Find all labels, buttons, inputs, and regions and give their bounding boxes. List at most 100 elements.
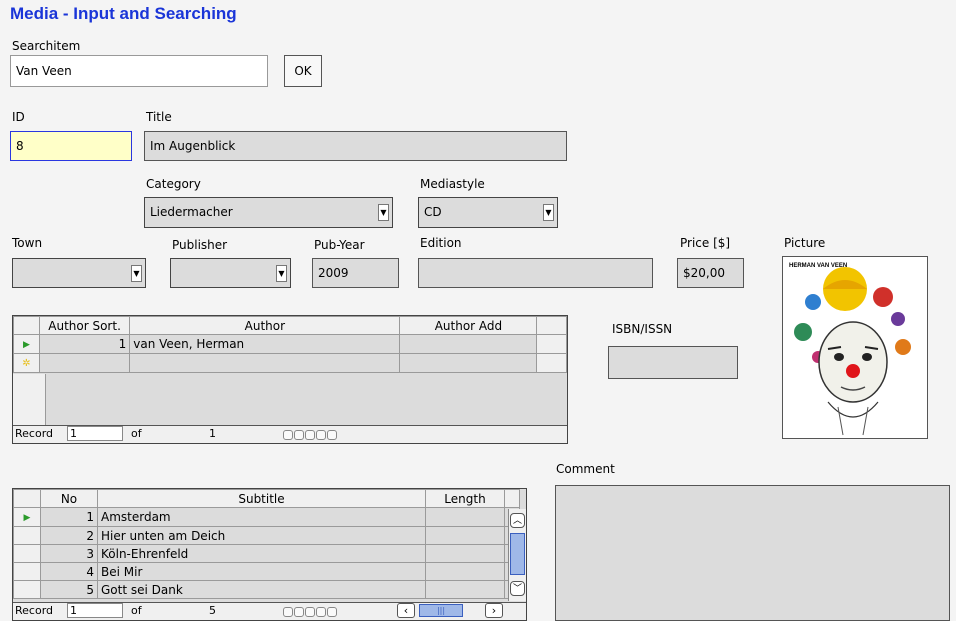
record-number-input[interactable]: 1: [67, 426, 123, 441]
record-label: Record: [15, 604, 54, 617]
subtitle-cell[interactable]: Amsterdam: [97, 507, 426, 527]
no-cell[interactable]: 5: [40, 580, 98, 599]
length-cell[interactable]: [425, 580, 505, 599]
col-author-sort[interactable]: Author Sort.: [38, 316, 131, 335]
record-number-input[interactable]: 1: [67, 603, 123, 618]
no-cell[interactable]: 3: [40, 544, 98, 563]
id-label: ID: [12, 110, 25, 124]
prev-record-icon[interactable]: [294, 430, 304, 440]
comment-label: Comment: [556, 462, 615, 476]
col-author-add[interactable]: Author Add: [399, 316, 538, 335]
price-label: Price [$]: [680, 236, 731, 250]
first-record-icon[interactable]: [283, 430, 293, 440]
edition-field[interactable]: [418, 258, 653, 288]
table-row[interactable]: ▶ 1 van Veen, Herman: [13, 334, 567, 354]
new-record-row[interactable]: ✲: [13, 353, 567, 373]
mediastyle-label: Mediastyle: [420, 177, 485, 191]
col-no[interactable]: No: [40, 489, 98, 508]
chevron-down-icon[interactable]: ▼: [543, 204, 554, 221]
star-icon[interactable]: ✲: [13, 353, 40, 373]
new-record-icon[interactable]: [327, 607, 337, 617]
chevron-down-icon[interactable]: ▼: [131, 265, 142, 282]
no-cell[interactable]: 4: [40, 562, 98, 581]
length-cell[interactable]: [425, 526, 505, 545]
searchitem-label: Searchitem: [12, 39, 81, 53]
author-grid[interactable]: Author Sort. Author Author Add ▶ 1 van V…: [12, 315, 568, 444]
current-record-icon[interactable]: ▶: [13, 334, 40, 354]
record-nav-buttons: [283, 428, 338, 441]
of-label: of: [131, 604, 142, 617]
chevron-down-icon[interactable]: ▼: [276, 265, 287, 282]
length-cell[interactable]: [425, 562, 505, 581]
next-record-icon[interactable]: [305, 430, 315, 440]
table-row[interactable]: 4 Bei Mir: [13, 562, 520, 581]
price-field[interactable]: $20,00: [677, 258, 744, 288]
subtitle-cell[interactable]: Bei Mir: [97, 562, 426, 581]
record-total: 1: [209, 427, 216, 440]
title-field[interactable]: Im Augenblick: [144, 131, 567, 161]
length-cell[interactable]: [425, 507, 505, 527]
edition-label: Edition: [420, 236, 462, 250]
col-author[interactable]: Author: [129, 316, 401, 335]
picture-label: Picture: [784, 236, 826, 250]
table-row[interactable]: ▶ 1 Amsterdam: [13, 507, 520, 527]
id-field[interactable]: 8: [10, 131, 132, 161]
chevron-down-icon[interactable]: ▼: [378, 204, 389, 221]
category-label: Category: [146, 177, 201, 191]
record-label: Record: [15, 427, 54, 440]
last-record-icon[interactable]: [316, 430, 326, 440]
isbn-label: ISBN/ISSN: [612, 322, 673, 336]
col-length[interactable]: Length: [425, 489, 505, 508]
album-title-text: HERMAN VAN VEEN: [789, 263, 848, 269]
chevron-right-icon[interactable]: ›: [485, 603, 503, 618]
search-input[interactable]: Van Veen: [10, 55, 268, 87]
town-label: Town: [12, 236, 43, 250]
horizontal-scrollbar[interactable]: ‹ ||| ›: [397, 603, 507, 619]
chevron-down-icon[interactable]: ﹀: [510, 581, 525, 596]
subtitle-grid[interactable]: No Subtitle Length ▶ 1 Amsterdam 2 Hier …: [12, 488, 527, 621]
album-cover-image: HERMAN VAN VEEN: [782, 256, 928, 439]
prev-record-icon[interactable]: [294, 607, 304, 617]
chevron-up-icon[interactable]: ︿: [510, 513, 525, 528]
author-sort-cell[interactable]: 1: [38, 334, 131, 354]
row-selector-column: [13, 374, 46, 426]
subtitle-cell[interactable]: Gott sei Dank: [97, 580, 426, 599]
no-cell[interactable]: 1: [40, 507, 98, 527]
ok-button[interactable]: OK: [284, 55, 322, 87]
isbn-field[interactable]: [608, 346, 738, 379]
subtitle-cell[interactable]: Hier unten am Deich: [97, 526, 426, 545]
town-dropdown[interactable]: ▼: [12, 258, 146, 288]
subtitle-table: No Subtitle Length ▶ 1 Amsterdam 2 Hier …: [13, 489, 520, 599]
mediastyle-value: CD: [424, 205, 442, 219]
new-record-icon[interactable]: [327, 430, 337, 440]
of-label: of: [131, 427, 142, 440]
chevron-left-icon[interactable]: ‹: [397, 603, 415, 618]
table-row[interactable]: 5 Gott sei Dank: [13, 580, 520, 599]
mediastyle-dropdown[interactable]: CD ▼: [418, 197, 558, 228]
scrollbar-thumb[interactable]: [510, 533, 525, 575]
comment-field[interactable]: [555, 485, 950, 621]
record-nav-buttons: [283, 605, 338, 618]
category-value: Liedermacher: [150, 205, 233, 219]
no-cell[interactable]: 2: [40, 526, 98, 545]
table-row[interactable]: 2 Hier unten am Deich: [13, 526, 520, 545]
category-dropdown[interactable]: Liedermacher ▼: [144, 197, 393, 228]
publisher-label: Publisher: [172, 238, 228, 252]
scrollbar-thumb[interactable]: |||: [419, 604, 463, 617]
row-selector-header: [13, 489, 41, 508]
row-selector-header: [13, 316, 40, 335]
table-row[interactable]: 3 Köln-Ehrenfeld: [13, 544, 520, 563]
vertical-scrollbar[interactable]: ︿ ﹀: [508, 509, 526, 601]
last-record-icon[interactable]: [316, 607, 326, 617]
col-subtitle[interactable]: Subtitle: [97, 489, 426, 508]
author-cell[interactable]: van Veen, Herman: [129, 334, 401, 354]
current-record-icon[interactable]: ▶: [13, 507, 41, 527]
author-add-cell[interactable]: [399, 334, 538, 354]
record-navigator: Record 1 of 1: [13, 425, 567, 443]
subtitle-cell[interactable]: Köln-Ehrenfeld: [97, 544, 426, 563]
first-record-icon[interactable]: [283, 607, 293, 617]
length-cell[interactable]: [425, 544, 505, 563]
next-record-icon[interactable]: [305, 607, 315, 617]
publisher-dropdown[interactable]: ▼: [170, 258, 291, 288]
pubyear-field[interactable]: 2009: [312, 258, 399, 288]
